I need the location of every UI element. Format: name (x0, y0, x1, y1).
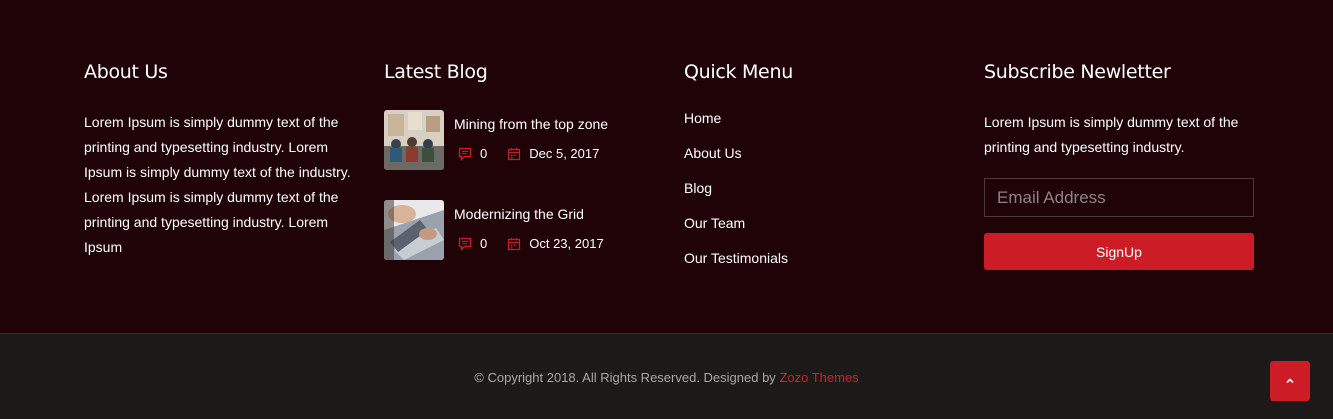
about-widget: About Us Lorem Ipsum is simply dummy tex… (84, 58, 354, 260)
blog-post[interactable]: Mining from the top zone 0 Dec 5, 2017 (384, 110, 654, 170)
menu-item-about-us[interactable]: About Us (684, 145, 954, 180)
subscribe-title: Subscribe Newletter (984, 61, 1171, 83)
quick-menu-title: Quick Menu (684, 61, 793, 83)
calendar-icon (507, 147, 521, 161)
menu-item-home[interactable]: Home (684, 110, 954, 145)
about-title: About Us (84, 61, 168, 83)
menu-item-our-testimonials[interactable]: Our Testimonials (684, 250, 954, 285)
menu-item-our-team[interactable]: Our Team (684, 215, 954, 250)
laptop-typing-photo[interactable] (384, 200, 444, 260)
quick-menu-list: Home About Us Blog Our Team Our Testimon… (684, 110, 954, 285)
copyright-text: © Copyright 2018. All Rights Reserved. D… (474, 370, 780, 385)
footer-bottom: © Copyright 2018. All Rights Reserved. D… (0, 334, 1333, 419)
blog-post-meta: 0 Dec 5, 2017 (458, 146, 599, 161)
blog-post-meta: 0 Oct 23, 2017 (458, 236, 604, 251)
designer-link[interactable]: Zozo Themes (779, 370, 858, 385)
email-field[interactable] (984, 178, 1254, 217)
signup-button[interactable]: SignUp (984, 233, 1254, 270)
comment-icon (458, 147, 472, 161)
comment-count: 0 (480, 236, 488, 251)
menu-item-blog[interactable]: Blog (684, 180, 954, 215)
comment-icon (458, 237, 472, 251)
copyright: © Copyright 2018. All Rights Reserved. D… (0, 370, 1333, 385)
subscribe-text: Lorem Ipsum is simply dummy text of the … (984, 114, 1239, 155)
blog-title: Latest Blog (384, 61, 488, 83)
blog-post-title[interactable]: Modernizing the Grid (454, 206, 584, 222)
blog-post[interactable]: Modernizing the Grid 0 Oct 23, 2017 (384, 200, 654, 260)
calendar-icon (507, 237, 521, 251)
subscribe-widget: Subscribe Newletter Lorem Ipsum is simpl… (984, 58, 1254, 270)
about-text: Lorem Ipsum is simply dummy text of the … (84, 114, 351, 255)
footer-widgets: About Us Lorem Ipsum is simply dummy tex… (0, 0, 1333, 334)
blog-post-title[interactable]: Mining from the top zone (454, 116, 608, 132)
team-meeting-photo[interactable] (384, 110, 444, 170)
post-date: Oct 23, 2017 (529, 236, 604, 251)
scroll-to-top-button[interactable] (1270, 361, 1310, 401)
latest-blog-widget: Latest Blog Mining from the top zone 0 D… (384, 58, 654, 260)
comment-count: 0 (480, 146, 488, 161)
chevron-up-icon (1285, 372, 1295, 390)
quick-menu-widget: Quick Menu Home About Us Blog Our Team O… (684, 58, 954, 285)
post-date: Dec 5, 2017 (529, 146, 600, 161)
